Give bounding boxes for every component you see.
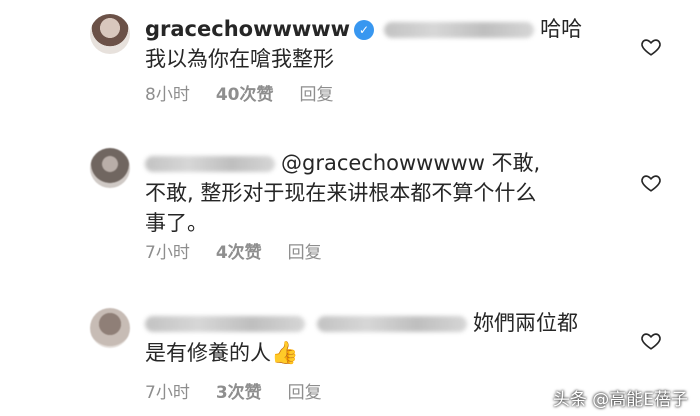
comment-body: @gracechowwwww 不敢, 不敢, 整形对于现在来讲根本都不算个什么 … [145,148,585,238]
comment-body: 妳們兩位都 是有修養的人👍 [145,308,585,369]
reply-button[interactable]: 回复 [288,238,322,263]
reply-button[interactable]: 回复 [300,80,334,105]
timestamp: 7小时 [145,243,190,263]
like-count[interactable]: 3次赞 [216,378,262,403]
blurred-username [145,156,275,172]
avatar[interactable] [90,308,130,348]
avatar[interactable] [90,14,130,54]
blurred-mention [384,22,535,38]
comment-meta: 8小时 40次赞 回复 [145,80,334,105]
like-count[interactable]: 4次赞 [216,238,262,263]
heart-icon[interactable] [640,330,662,352]
comment-text: 妳們兩位都 [473,311,578,335]
blurred-mention [317,316,467,332]
comment-text: 我以為你在嗆我整形 [145,47,334,71]
heart-icon[interactable] [640,36,662,58]
comment-meta: 7小时 3次赞 回复 [145,378,322,403]
comment-text: 哈哈 [540,17,583,41]
comment-text: 是有修養的人 [145,341,271,365]
comment-meta: 7小时 4次赞 回复 [145,238,322,263]
avatar[interactable] [90,148,130,188]
like-count[interactable]: 40次赞 [216,80,274,105]
thumbs-up-icon: 👍 [271,341,299,366]
timestamp: 7小时 [145,383,190,403]
heart-icon[interactable] [640,172,662,194]
comment-text: 不敢, 整形对于现在来讲根本都不算个什么 [145,181,537,205]
source-watermark: 头条 @高能E蓓子 [552,390,688,410]
reply-button[interactable]: 回复 [288,378,322,403]
comment-body: gracechowwwww ✓ 哈哈 我以為你在嗆我整形 [145,14,585,74]
timestamp: 8小时 [145,85,190,105]
comment-text: @gracechowwwww 不敢, [281,151,541,175]
comment-text: 事了。 [145,211,208,235]
verified-badge-icon: ✓ [354,20,375,40]
blurred-username [145,316,305,332]
username[interactable]: gracechowwwww [145,17,350,41]
